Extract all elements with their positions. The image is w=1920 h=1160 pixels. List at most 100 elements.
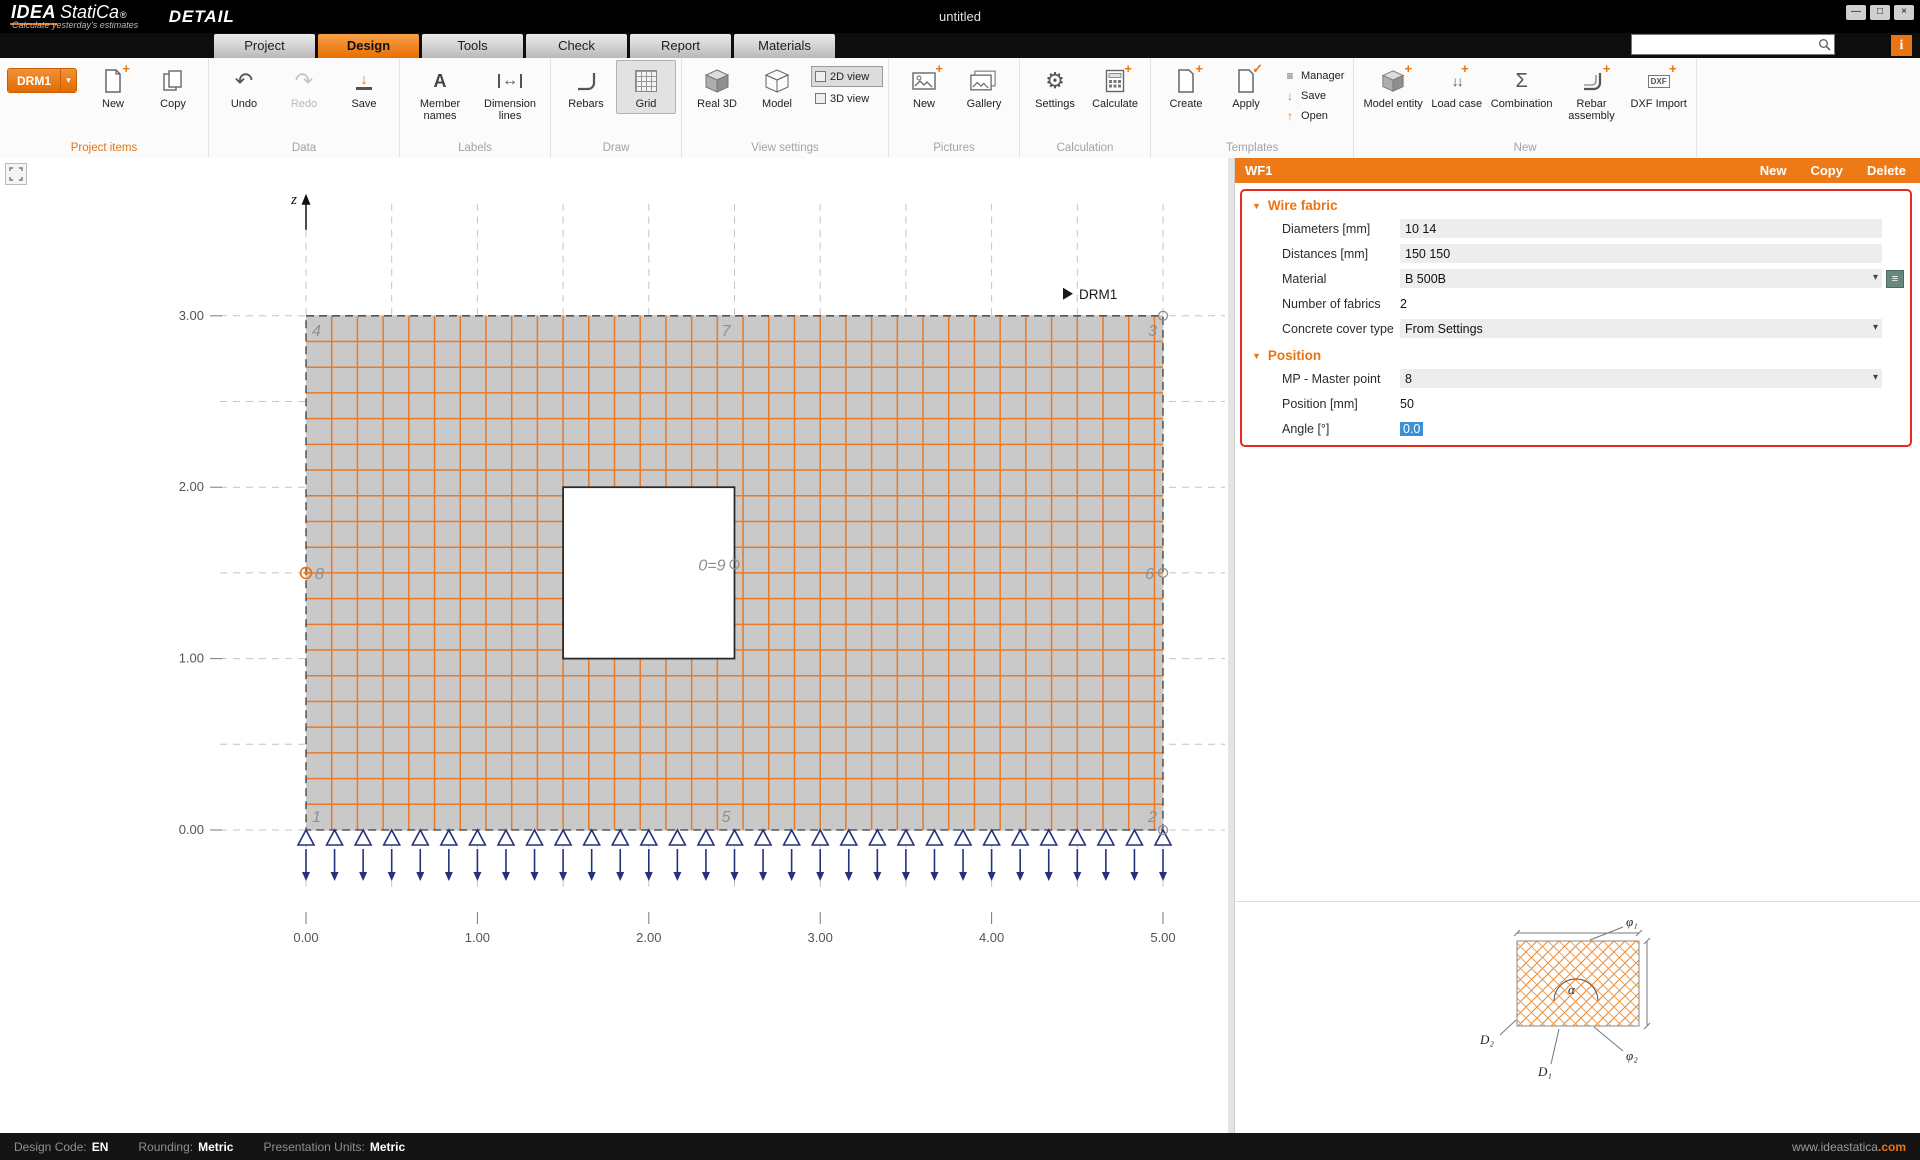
- rebar-assembly-button[interactable]: + Rebar assembly: [1557, 60, 1627, 126]
- support-icon: [555, 830, 571, 845]
- chevron-down-icon[interactable]: ▾: [1873, 272, 1878, 283]
- search-input[interactable]: [1632, 38, 1818, 52]
- search-icon[interactable]: [1818, 38, 1834, 51]
- row-distances: Distances [mm] 150 150: [1242, 241, 1910, 266]
- template-create-button[interactable]: + Create: [1156, 60, 1216, 114]
- model-entity-button[interactable]: + Model entity: [1359, 60, 1426, 114]
- ribbon-group-project-items: DRM1 ▾ + New Copy Project items: [0, 58, 209, 158]
- manager-icon: ≡: [1284, 69, 1296, 83]
- project-item-combo[interactable]: DRM1 ▾: [7, 68, 77, 93]
- collapse-triangle-icon[interactable]: ▼: [1252, 201, 1261, 211]
- panel-new-button[interactable]: New: [1760, 163, 1787, 178]
- model-view-button[interactable]: Model: [747, 60, 807, 114]
- panel-copy-button[interactable]: Copy: [1810, 163, 1843, 178]
- chevron-down-icon[interactable]: ▾: [1873, 322, 1878, 333]
- tab-design[interactable]: Design: [318, 34, 419, 58]
- support-icon: [327, 830, 343, 845]
- reaction-arrow-head: [1130, 872, 1138, 881]
- dimension-lines-button[interactable]: ↔ Dimension lines: [475, 60, 545, 126]
- reaction-arrow-head: [988, 872, 996, 881]
- section-wire-fabric[interactable]: ▼ Wire fabric: [1242, 191, 1910, 216]
- tab-project[interactable]: Project: [214, 34, 315, 58]
- view-2d-button[interactable]: 2D view: [811, 66, 883, 87]
- panel-delete-button[interactable]: Delete: [1867, 163, 1906, 178]
- reaction-arrow-head: [502, 872, 510, 881]
- status-bar: Design Code: EN Rounding: Metric Present…: [0, 1133, 1920, 1160]
- combination-button[interactable]: Σ Combination: [1487, 60, 1557, 114]
- template-manager-button[interactable]: ≡ Manager: [1280, 66, 1348, 85]
- undo-button[interactable]: ↶ Undo: [214, 60, 274, 114]
- reaction-arrow-head: [588, 872, 596, 881]
- real-3d-button[interactable]: Real 3D: [687, 60, 747, 114]
- member-names-button[interactable]: A Member names: [405, 60, 475, 126]
- row-diameters: Diameters [mm] 10 14: [1242, 216, 1910, 241]
- minimize-button[interactable]: —: [1846, 5, 1866, 20]
- x-tick-label: 3.00: [808, 930, 833, 945]
- template-open-button[interactable]: ↑ Open: [1280, 106, 1348, 125]
- support-icon: [1069, 830, 1085, 845]
- new-picture-button[interactable]: + New: [894, 60, 954, 114]
- row-concrete-cover-type: Concrete cover type From Settings ▾: [1242, 316, 1910, 341]
- gallery-button[interactable]: Gallery: [954, 60, 1014, 114]
- reaction-arrow-head: [1102, 872, 1110, 881]
- fit-view-button[interactable]: [5, 163, 27, 185]
- row-material: Material B 500B ▾ ≡: [1242, 266, 1910, 291]
- number-of-fabrics-value[interactable]: 2: [1400, 297, 1407, 311]
- gallery-icon: [970, 70, 998, 92]
- master-point-marker-dot: [304, 571, 308, 575]
- load-case-button[interactable]: ↓↓+ Load case: [1427, 60, 1487, 114]
- grid-button[interactable]: Grid: [616, 60, 676, 114]
- material-detail-button[interactable]: ≡: [1886, 270, 1904, 288]
- diameters-input[interactable]: 10 14: [1400, 219, 1882, 238]
- tab-report[interactable]: Report: [630, 34, 731, 58]
- dxf-import-button[interactable]: DXF+ DXF Import: [1627, 60, 1691, 114]
- section-position[interactable]: ▼ Position: [1242, 341, 1910, 366]
- support-icon: [298, 830, 314, 845]
- new-project-item-button[interactable]: + New: [83, 60, 143, 114]
- logo-slogan: Calculate yesterday's estimates: [12, 20, 138, 30]
- settings-button[interactable]: ⚙ Settings: [1025, 60, 1085, 114]
- info-button[interactable]: i: [1891, 35, 1912, 56]
- support-icon: [1041, 830, 1057, 845]
- template-apply-button[interactable]: ✓ Apply: [1216, 60, 1276, 114]
- angle-input-selected[interactable]: 0.0: [1400, 422, 1423, 436]
- redo-button[interactable]: ↷ Redo: [274, 60, 334, 114]
- reaction-arrow-head: [816, 872, 824, 881]
- ribbon-group-labels: A Member names ↔ Dimension lines Labels: [400, 58, 551, 158]
- dimension-lines-icon: ↔: [498, 74, 522, 88]
- maximize-button[interactable]: □: [1870, 5, 1890, 20]
- ribbon-group-view-settings: Real 3D Model 2D view 3D view View setti…: [682, 58, 889, 158]
- master-point-select[interactable]: 8 ▾: [1400, 369, 1882, 388]
- app-logo: IDEA StatiCa ® Calculate yesterday's est…: [10, 0, 127, 35]
- chevron-down-icon[interactable]: ▾: [1873, 372, 1878, 383]
- plus-icon: +: [1124, 61, 1132, 76]
- reaction-arrow-head: [959, 872, 967, 881]
- x-tick-label: 2.00: [636, 930, 661, 945]
- template-open-icon: ↑: [1284, 109, 1296, 123]
- tab-tools[interactable]: Tools: [422, 34, 523, 58]
- copy-project-item-button[interactable]: Copy: [143, 60, 203, 114]
- model-canvas[interactable]: zDRM10.001.002.003.004.005.000.001.002.0…: [0, 158, 1228, 1133]
- node-label: 2: [1147, 809, 1157, 826]
- save-button[interactable]: ↓ Save: [334, 60, 394, 114]
- x-tick-label: 5.00: [1150, 930, 1175, 945]
- position-value[interactable]: 50: [1400, 397, 1414, 411]
- tab-check[interactable]: Check: [526, 34, 627, 58]
- ribbon-group-templates: + Create ✓ Apply ≡ Manager ↓ Save ↑ Open: [1151, 58, 1354, 158]
- undo-icon: ↶: [235, 64, 253, 98]
- collapse-triangle-icon[interactable]: ▼: [1252, 351, 1261, 361]
- material-select[interactable]: B 500B ▾: [1400, 269, 1882, 288]
- concrete-cover-select[interactable]: From Settings ▾: [1400, 319, 1882, 338]
- tab-materials[interactable]: Materials: [734, 34, 835, 58]
- chevron-down-icon[interactable]: ▾: [60, 69, 76, 92]
- website-link[interactable]: www.ideastatica .com: [1792, 1140, 1920, 1154]
- ribbon-group-pictures: + New Gallery Pictures: [889, 58, 1020, 158]
- search-box[interactable]: [1631, 34, 1835, 55]
- close-button[interactable]: ×: [1894, 5, 1914, 20]
- app-name: DETAIL: [169, 7, 235, 27]
- distances-input[interactable]: 150 150: [1400, 244, 1882, 263]
- rebars-button[interactable]: Rebars: [556, 60, 616, 114]
- calculate-button[interactable]: + Calculate: [1085, 60, 1145, 114]
- view-3d-button[interactable]: 3D view: [811, 88, 883, 109]
- template-save-button[interactable]: ↓ Save: [1280, 86, 1348, 105]
